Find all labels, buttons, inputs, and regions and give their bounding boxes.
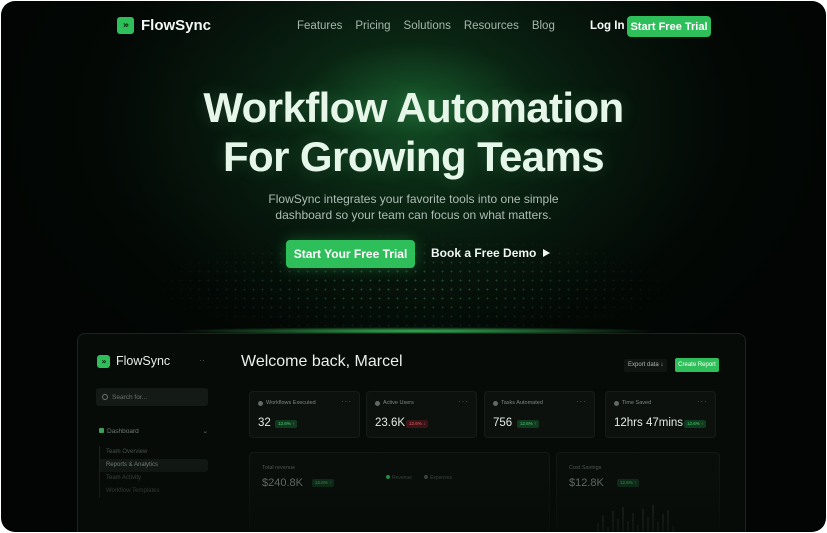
sidebar-item-reports[interactable]: Reports & Analytics xyxy=(100,459,208,472)
start-free-trial-button[interactable]: Start Free Trial xyxy=(627,16,711,37)
legend-dot-icon xyxy=(386,475,390,479)
book-demo-label: Book a Free Demo xyxy=(431,246,537,260)
stat-value: 32 xyxy=(258,417,271,429)
brand-name: FlowSync xyxy=(141,17,212,34)
dashboard-search-input[interactable]: Search for... xyxy=(96,388,208,406)
sidebar-item-dashboard[interactable]: Dashboard ⌄ xyxy=(96,425,208,437)
revenue-legend: Revenue Expenses xyxy=(386,475,452,481)
more-icon[interactable]: ··· xyxy=(697,397,708,406)
cost-value: $12.8K xyxy=(569,477,604,489)
dashboard-preview: » FlowSync ·· Search for... Dashboard ⌄ … xyxy=(77,333,746,532)
sidebar-section-label: Dashboard xyxy=(107,427,139,435)
nav-link-features[interactable]: Features xyxy=(297,20,342,32)
revenue-value: $240.8K xyxy=(262,477,303,489)
legend-dot-icon xyxy=(424,475,429,479)
trend-badge: 12.6% ↑ xyxy=(684,420,707,428)
user-icon xyxy=(375,400,380,406)
revenue-panel: Total revenue $240.8K 12.6% ↑ Revenue Ex… xyxy=(249,452,550,532)
double-chevron-icon: » xyxy=(97,354,110,368)
search-placeholder: Search for... xyxy=(112,393,148,401)
stat-label-text: Active Users xyxy=(383,400,414,406)
eye-icon xyxy=(258,400,263,406)
stat-label-text: Time Saved xyxy=(622,400,652,406)
stat-value: 12hrs 47mins xyxy=(614,417,684,429)
more-icon[interactable]: ··· xyxy=(458,397,469,406)
legend-item: Revenue xyxy=(386,475,412,481)
stat-card-active-users[interactable]: Active Users ··· 23.6K 12.6% ↓ xyxy=(366,391,477,438)
legend-item: Expenses xyxy=(424,475,452,481)
sidebar-item-team-overview[interactable]: Team Overview xyxy=(100,446,208,459)
dashboard-brand-name: FlowSync xyxy=(116,354,171,368)
trend-badge: 12.6% ↑ xyxy=(517,420,540,428)
double-chevron-icon: » xyxy=(117,17,134,34)
hero-title-line-1: Workflow Automation xyxy=(203,84,624,131)
stat-label: Tasks Automated xyxy=(493,400,543,406)
revenue-title: Total revenue xyxy=(262,465,296,471)
cost-badge: 12.6% ↑ xyxy=(617,479,640,487)
sidebar-subitems: Team Overview Reports & Analytics Team A… xyxy=(99,446,208,498)
trend-badge: 12.6% ↓ xyxy=(406,420,429,428)
sidebar-item-workflow-templates[interactable]: Workflow Templates xyxy=(100,485,208,498)
start-your-free-trial-button[interactable]: Start Your Free Trial xyxy=(286,240,415,268)
sidebar-collapse-icon[interactable]: ·· xyxy=(199,355,205,365)
more-icon[interactable]: ··· xyxy=(576,397,587,406)
login-link[interactable]: Log In xyxy=(590,20,625,32)
page-frame: » FlowSync Features Pricing Solutions Re… xyxy=(1,1,826,532)
stat-value: 756 xyxy=(493,417,513,429)
stat-label-text: Workflows Executed xyxy=(266,400,316,406)
stat-label: Workflows Executed xyxy=(258,400,316,406)
stat-card-time-saved[interactable]: Time Saved ··· 12hrs 47mins 12.6% ↑ xyxy=(605,391,716,438)
hero-subtitle-line-1: FlowSync integrates your favorite tools … xyxy=(268,192,559,206)
hero-subtitle: FlowSync integrates your favorite tools … xyxy=(251,191,576,223)
brand-logo[interactable]: » FlowSync xyxy=(117,17,211,34)
play-icon xyxy=(543,249,551,257)
stat-value: 23.6K xyxy=(375,417,406,429)
clock-icon xyxy=(614,400,619,406)
nav-link-resources[interactable]: Resources xyxy=(464,20,519,32)
top-nav: Features Pricing Solutions Resources Blo… xyxy=(297,20,555,32)
hero-subtitle-line-2: dashboard so your team can focus on what… xyxy=(275,208,552,222)
export-data-button[interactable]: Export data ↓ xyxy=(624,359,668,372)
revenue-badge: 12.6% ↑ xyxy=(312,479,335,487)
nav-link-pricing[interactable]: Pricing xyxy=(355,20,390,32)
stat-label: Time Saved xyxy=(614,400,651,406)
sidebar-item-team-activity[interactable]: Team Activity xyxy=(100,472,208,485)
legend-label: Expenses xyxy=(430,475,452,481)
gear-icon xyxy=(493,400,498,406)
nav-link-blog[interactable]: Blog xyxy=(532,20,555,32)
cost-savings-panel: Cost Savings $12.8K 12.6% ↑ xyxy=(556,452,720,532)
chevron-down-icon: ⌄ xyxy=(202,428,208,435)
book-demo-link[interactable]: Book a Free Demo xyxy=(431,246,551,260)
create-report-button[interactable]: Create Report xyxy=(675,358,719,372)
more-icon[interactable]: ··· xyxy=(341,397,352,406)
stat-card-workflows[interactable]: Workflows Executed ··· 32 12.6% ↑ xyxy=(249,391,360,438)
trend-badge: 12.6% ↑ xyxy=(275,420,298,428)
cost-title: Cost Savings xyxy=(569,465,602,471)
stat-card-tasks[interactable]: Tasks Automated ··· 756 12.6% ↑ xyxy=(484,391,595,438)
hero-title: Workflow Automation For Growing Teams xyxy=(101,83,726,181)
stat-label-text: Tasks Automated xyxy=(501,400,543,406)
welcome-heading: Welcome back, Marcel xyxy=(241,353,403,370)
dashboard-logo: » FlowSync xyxy=(97,354,170,368)
stat-label: Active Users xyxy=(375,400,414,406)
legend-label: Revenue xyxy=(392,475,413,481)
nav-link-solutions[interactable]: Solutions xyxy=(404,20,451,32)
dashboard-icon xyxy=(99,427,104,433)
cost-bars-decoration xyxy=(597,505,674,532)
hero-title-line-2: For Growing Teams xyxy=(222,133,605,180)
search-icon xyxy=(102,394,108,400)
dashboard-sidebar-nav: Dashboard ⌄ Team Overview Reports & Anal… xyxy=(96,425,208,498)
